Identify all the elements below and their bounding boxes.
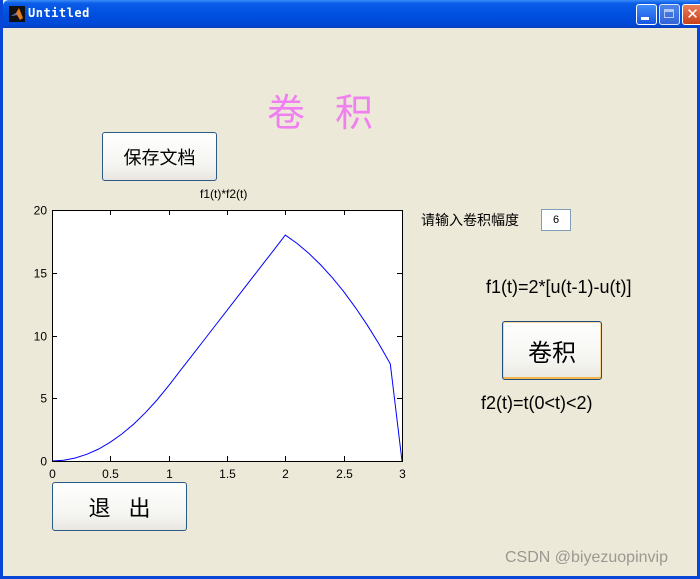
x-tick-label: 0.5 — [102, 467, 119, 481]
x-tick-label: 0 — [49, 467, 56, 481]
x-tick-label: 2 — [282, 467, 289, 481]
f2-formula: f2(t)=t(0<t)<2) — [481, 393, 593, 413]
f1-formula: f1(t)=2*[u(t-1)-u(t)] — [486, 277, 632, 297]
x-tick-label: 2.5 — [336, 467, 353, 481]
y-tick-label: 20 — [34, 204, 48, 218]
y-tick-label: 10 — [34, 330, 48, 344]
y-tick-label: 5 — [40, 392, 47, 406]
x-tick-label: 3 — [399, 467, 406, 481]
plot-area — [52, 210, 402, 461]
amplitude-label: 请输入卷积幅度 — [421, 213, 519, 229]
x-tick-label: 1 — [166, 467, 173, 481]
convolve-button[interactable]: 卷积 — [502, 321, 602, 380]
y-tick-label: 15 — [34, 267, 48, 281]
exit-button[interactable]: 退出 — [52, 482, 187, 531]
watermark: CSDN @biyezuopinvip — [505, 549, 668, 566]
x-tick-label: 1.5 — [219, 467, 236, 481]
y-tick-label: 0 — [40, 455, 47, 469]
amplitude-input[interactable] — [541, 209, 571, 231]
